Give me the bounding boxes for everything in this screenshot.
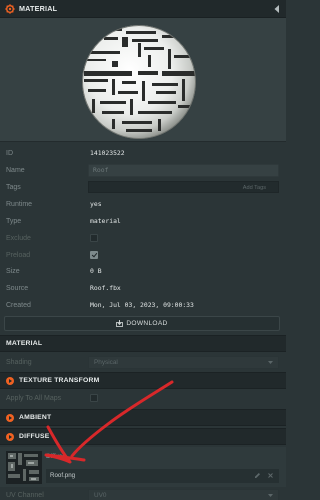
download-label: DOWNLOAD: [126, 320, 168, 327]
row-size: Size 0 B: [0, 263, 286, 280]
shading-label: Shading: [6, 359, 32, 366]
created-label: Created: [6, 302, 31, 309]
row-shading: Shading Physical: [0, 354, 286, 371]
material-preview-sphere: [82, 25, 196, 139]
texture-transform-header[interactable]: TEXTURE TRANSFORM: [0, 372, 286, 389]
uv-channel-value: UV0: [94, 492, 107, 499]
download-button[interactable]: DOWNLOAD: [4, 316, 280, 331]
expand-toggle-icon: [6, 413, 14, 422]
expand-toggle-icon: [6, 376, 14, 385]
runtime-label: Runtime: [6, 201, 33, 208]
ambient-title: AMBIENT: [19, 414, 52, 421]
diffuse-file-name: Roof.png: [50, 472, 76, 479]
diffuse-slot-name: Diffuse: [46, 453, 66, 460]
texture-transform-title: TEXTURE TRANSFORM: [19, 377, 100, 384]
preload-label: Preload: [6, 252, 31, 259]
id-label: ID: [6, 150, 13, 157]
diffuse-file-field[interactable]: Roof.png: [46, 469, 279, 483]
download-icon: [116, 320, 124, 327]
row-created: Created Mon, Jul 03, 2023, 09:00:33: [0, 297, 286, 314]
expand-toggle-icon: [6, 432, 14, 441]
row-tags: Tags Add Tags: [0, 179, 286, 196]
source-label: Source: [6, 285, 29, 292]
row-uv-channel: UV Channel UV0: [0, 487, 286, 500]
shading-select[interactable]: Physical: [88, 356, 279, 369]
exclude-label: Exclude: [6, 235, 31, 242]
edit-icon[interactable]: [254, 472, 261, 479]
diffuse-header[interactable]: DIFFUSE: [0, 428, 286, 445]
type-label: Type: [6, 218, 22, 225]
add-tags-placeholder: Add Tags: [242, 185, 266, 191]
material-section-title: MATERIAL: [6, 340, 43, 347]
diffuse-title: DIFFUSE: [19, 433, 50, 440]
apply-all-maps-checkbox[interactable]: [90, 394, 98, 402]
diffuse-map-slot: Diffuse Roof.png: [0, 447, 286, 487]
row-runtime: Runtime yes: [0, 196, 286, 213]
preload-checkbox[interactable]: [90, 251, 98, 259]
uv-channel-select[interactable]: UV0: [88, 489, 279, 500]
apply-all-maps-label: Apply To All Maps: [6, 395, 62, 402]
id-value: 141023522: [90, 149, 125, 157]
runtime-value: yes: [90, 200, 102, 208]
ambient-header[interactable]: AMBIENT: [0, 409, 286, 426]
size-label: Size: [6, 268, 20, 275]
row-preload: Preload: [0, 247, 286, 264]
shading-value: Physical: [94, 359, 118, 366]
exclude-checkbox[interactable]: [90, 234, 98, 242]
panel-title: MATERIAL: [19, 4, 58, 13]
row-apply-all-maps: Apply To All Maps: [0, 390, 286, 407]
close-icon[interactable]: [267, 472, 274, 479]
tags-input[interactable]: Add Tags: [88, 181, 279, 193]
row-id: ID 141023522: [0, 145, 286, 162]
material-section-header: MATERIAL: [0, 335, 286, 352]
gear-icon: [5, 3, 15, 14]
chevron-down-icon: [268, 494, 273, 497]
row-type: Type material: [0, 213, 286, 230]
row-name: Name Roof: [0, 162, 286, 179]
chevron-down-icon: [268, 361, 273, 364]
row-source: Source Roof.fbx: [0, 280, 286, 297]
collapse-panel-icon[interactable]: [273, 4, 281, 14]
diffuse-texture-thumbnail[interactable]: [6, 451, 42, 484]
created-value: Mon, Jul 03, 2023, 09:00:33: [90, 301, 194, 309]
type-value: material: [90, 217, 121, 225]
panel-header: MATERIAL: [0, 0, 286, 18]
tags-label: Tags: [6, 184, 21, 191]
size-value: 0 B: [90, 267, 102, 275]
name-label: Name: [6, 167, 25, 174]
source-value[interactable]: Roof.fbx: [90, 280, 121, 297]
uv-channel-label: UV Channel: [6, 492, 44, 499]
row-exclude: Exclude: [0, 230, 286, 247]
name-field[interactable]: Roof: [88, 164, 279, 177]
material-preview[interactable]: [0, 18, 286, 142]
